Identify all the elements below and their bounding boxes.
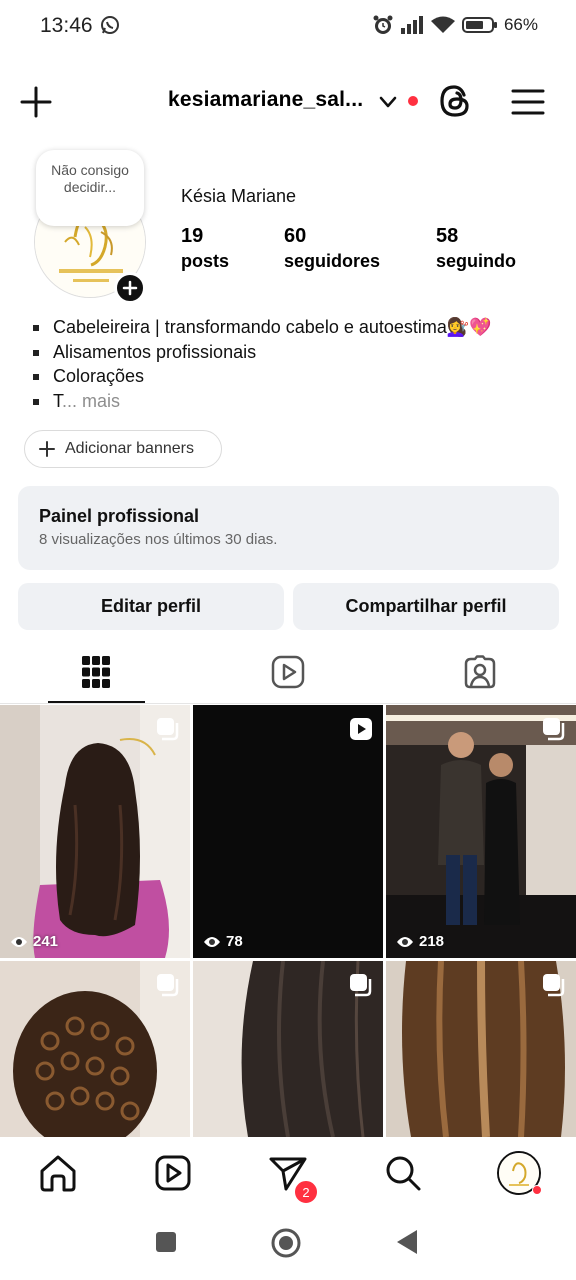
post-thumbnail[interactable]: 241 <box>0 705 190 958</box>
following-count-value: 58 <box>436 225 459 247</box>
dashboard-title: Painel profissional <box>39 506 200 526</box>
view-count-value: 78 <box>226 933 243 950</box>
posts-count-value: 19 <box>181 225 204 247</box>
post-thumbnail[interactable] <box>193 961 383 1137</box>
carousel-icon <box>350 974 372 997</box>
home-button-icon[interactable] <box>270 1227 302 1259</box>
system-navigation-bar <box>0 1209 576 1280</box>
profile-notification-dot <box>532 1185 542 1195</box>
battery-level: 66% <box>503 15 538 34</box>
signal-icon <box>400 16 423 34</box>
profile-header: kesiamariane_sal... <box>0 76 576 128</box>
tab-reels[interactable] <box>192 640 384 704</box>
whatsapp-icon <box>100 15 120 40</box>
threads-button[interactable] <box>436 82 474 120</box>
status-icons: 66% <box>372 14 538 36</box>
menu-button[interactable] <box>510 84 546 120</box>
hamburger-menu-icon <box>511 89 545 115</box>
posts-count[interactable]: 19 posts <box>181 224 229 274</box>
back-icon[interactable] <box>395 1229 419 1255</box>
view-count-value: 241 <box>33 933 59 950</box>
share-profile-button[interactable]: Compartilhar perfil <box>293 583 559 630</box>
alarm-icon <box>373 15 393 34</box>
reel-icon <box>350 718 372 740</box>
home-icon <box>40 1155 76 1192</box>
eye-icon <box>397 936 413 947</box>
reels-icon <box>155 1155 191 1191</box>
add-banners-label: Adicionar banners <box>65 440 194 457</box>
post-image <box>193 705 383 958</box>
account-username[interactable]: kesiamariane_sal... <box>168 88 363 112</box>
tagged-icon <box>464 655 496 689</box>
active-tab-indicator <box>48 701 145 703</box>
view-count-value: 218 <box>419 933 445 950</box>
post-thumbnail[interactable] <box>0 961 190 1137</box>
nav-home[interactable] <box>36 1151 80 1195</box>
post-thumbnail[interactable] <box>386 961 576 1137</box>
tab-tagged[interactable] <box>384 640 576 704</box>
tab-posts-grid[interactable] <box>0 640 192 704</box>
bio-line-text: T <box>53 390 62 411</box>
display-name: Késia Mariane <box>181 186 297 206</box>
dashboard-subtitle: 8 visualizações nos últimos 30 dias. <box>39 531 278 548</box>
reels-icon <box>271 655 305 689</box>
grid-icon <box>82 656 110 688</box>
bio-line: Alisamentos profissionais <box>30 340 550 365</box>
status-time: 13:46 <box>40 14 93 37</box>
recents-icon[interactable] <box>155 1231 177 1253</box>
eye-icon <box>204 936 220 947</box>
carousel-icon <box>543 974 565 997</box>
search-icon <box>386 1156 421 1191</box>
direct-unread-badge: 2 <box>293 1179 319 1205</box>
nav-reels[interactable] <box>151 1151 195 1195</box>
bio-line: Cabeleireira | transformando cabelo e au… <box>30 315 550 340</box>
carousel-icon <box>543 718 565 741</box>
create-button[interactable] <box>18 84 54 120</box>
posts-count-label: posts <box>181 251 230 271</box>
status-bar: 13:46 66% <box>0 0 576 52</box>
following-count[interactable]: 58 seguindo <box>436 224 516 274</box>
chevron-down-icon[interactable] <box>378 92 398 117</box>
professional-dashboard[interactable]: Painel profissional 8 visualizações nos … <box>18 486 559 570</box>
followers-count-value: 60 <box>284 225 307 247</box>
bio-more-link[interactable]: ... mais <box>62 391 120 411</box>
eye-icon <box>11 936 27 947</box>
account-notification-dot <box>408 96 418 106</box>
profile-tabs <box>0 640 576 704</box>
add-banners-button[interactable]: Adicionar banners <box>24 430 222 468</box>
nav-search[interactable] <box>381 1151 425 1195</box>
battery-icon <box>461 17 497 33</box>
plus-icon <box>39 441 55 457</box>
wifi-icon <box>430 16 455 33</box>
edit-profile-button[interactable]: Editar perfil <box>18 583 284 630</box>
note-text: Não consigo decidir... <box>51 162 129 195</box>
carousel-icon <box>157 718 179 741</box>
view-count: 218 <box>396 933 444 950</box>
profile-bio: Cabeleireira | transformando cabelo e au… <box>30 315 550 413</box>
post-image <box>386 705 576 958</box>
view-count: 241 <box>10 933 58 950</box>
post-thumbnail[interactable]: 78 <box>193 705 383 958</box>
plus-icon <box>20 86 52 118</box>
followers-count-label: seguidores <box>284 251 381 271</box>
bio-line: T... mais <box>30 389 550 414</box>
plus-icon <box>122 280 138 296</box>
note-bubble[interactable]: Não consigo decidir... <box>36 150 144 226</box>
bio-line: Colorações <box>30 364 550 389</box>
add-story-button[interactable] <box>114 272 146 304</box>
post-image <box>0 705 190 958</box>
followers-count[interactable]: 60 seguidores <box>284 224 380 274</box>
post-thumbnail[interactable]: 218 <box>386 705 576 958</box>
view-count: 78 <box>203 933 243 950</box>
following-count-label: seguindo <box>436 251 516 271</box>
posts-grid: 241 78 218 <box>0 705 576 1137</box>
carousel-icon <box>157 974 179 997</box>
threads-icon <box>440 85 469 117</box>
bottom-navigation: 2 <box>0 1137 576 1209</box>
